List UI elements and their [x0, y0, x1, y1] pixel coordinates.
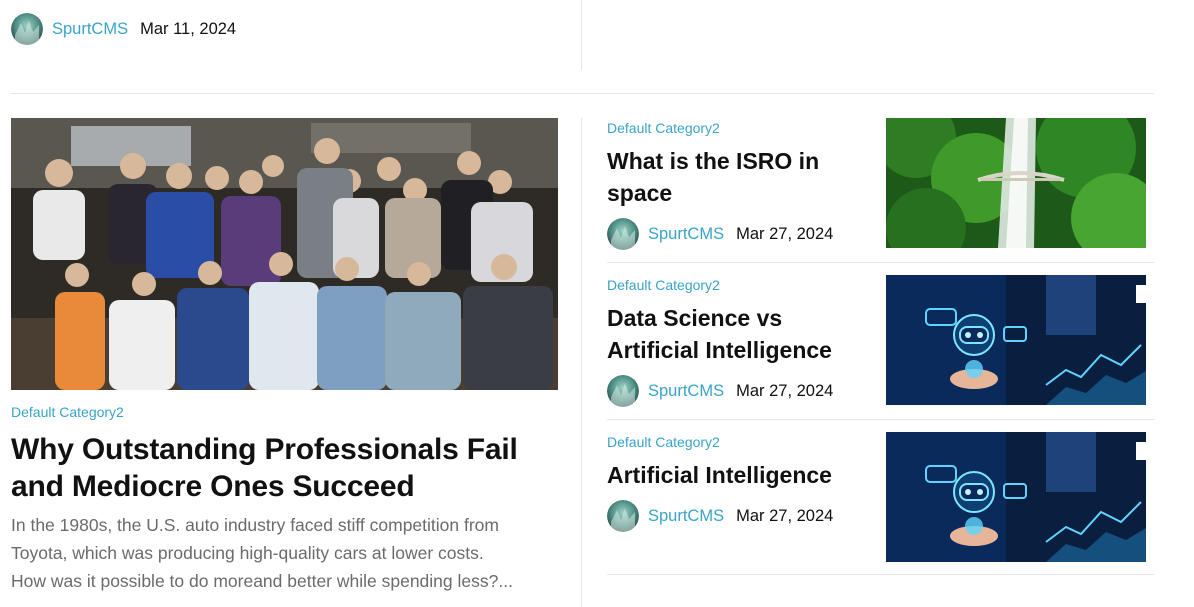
post-title-line: Data Science vs	[607, 305, 783, 331]
post-meta: SpurtCMS Mar 27, 2024	[607, 500, 833, 532]
featured-image[interactable]	[11, 118, 558, 390]
post-title[interactable]: Artificial Intelligence	[607, 459, 877, 491]
side-post: Default Category2 Artificial Intelligenc…	[607, 432, 1154, 574]
post-meta: SpurtCMS Mar 27, 2024	[607, 375, 833, 407]
author-avatar[interactable]	[607, 500, 639, 532]
author-link[interactable]: SpurtCMS	[648, 507, 724, 526]
author-link[interactable]: SpurtCMS	[52, 20, 128, 39]
author-avatar[interactable]	[607, 218, 639, 250]
featured-category[interactable]: Default Category2	[11, 404, 124, 420]
post-category[interactable]: Default Category2	[607, 277, 720, 293]
section-divider	[11, 93, 1154, 94]
post-category[interactable]: Default Category2	[607, 434, 720, 450]
excerpt-line: In the 1980s, the U.S. auto industry fac…	[11, 515, 499, 535]
side-post: Default Category2 What is the ISRO in sp…	[607, 118, 1154, 262]
author-link[interactable]: SpurtCMS	[648, 382, 724, 401]
post-meta: SpurtCMS Mar 27, 2024	[607, 218, 833, 250]
featured-excerpt: In the 1980s, the U.S. auto industry fac…	[11, 511, 571, 595]
side-post: Default Category2 Data Science vs Artifi…	[607, 275, 1154, 419]
post-date: Mar 27, 2024	[736, 224, 834, 243]
column-divider	[581, 118, 582, 607]
author-link[interactable]: SpurtCMS	[648, 225, 724, 244]
post-thumbnail-ai-robot[interactable]	[886, 275, 1146, 405]
post-date: Mar 11, 2024	[140, 19, 237, 38]
post-thumbnail-waterfall[interactable]	[886, 118, 1146, 248]
post-category[interactable]: Default Category2	[607, 120, 720, 136]
post-date: Mar 27, 2024	[736, 506, 834, 525]
top-post-meta: SpurtCMS Mar 11, 2024	[11, 13, 236, 45]
post-title-line: Artificial Intelligence	[607, 337, 832, 363]
author-avatar[interactable]	[607, 375, 639, 407]
post-date: Mar 27, 2024	[736, 381, 834, 400]
post-title-line: Artificial Intelligence	[607, 462, 832, 488]
featured-title-line: and Mediocre Ones Succeed	[11, 470, 415, 503]
excerpt-line: Toyota, which was producing high-quality…	[11, 543, 484, 563]
featured-title-line: Why Outstanding Professionals Fail	[11, 433, 518, 466]
post-divider	[607, 574, 1154, 575]
post-title-line: What is the ISRO in	[607, 148, 820, 174]
post-title[interactable]: Data Science vs Artificial Intelligence	[607, 302, 877, 366]
column-divider-top	[581, 0, 582, 70]
post-title[interactable]: What is the ISRO in space	[607, 145, 867, 209]
post-divider	[607, 419, 1154, 420]
excerpt-line: How was it possible to do moreand better…	[11, 571, 513, 591]
post-thumbnail-ai-robot[interactable]	[886, 432, 1146, 562]
post-divider	[607, 262, 1154, 263]
post-title-line: space	[607, 180, 673, 206]
featured-title[interactable]: Why Outstanding Professionals Fail and M…	[11, 431, 571, 505]
author-avatar[interactable]	[11, 13, 43, 45]
